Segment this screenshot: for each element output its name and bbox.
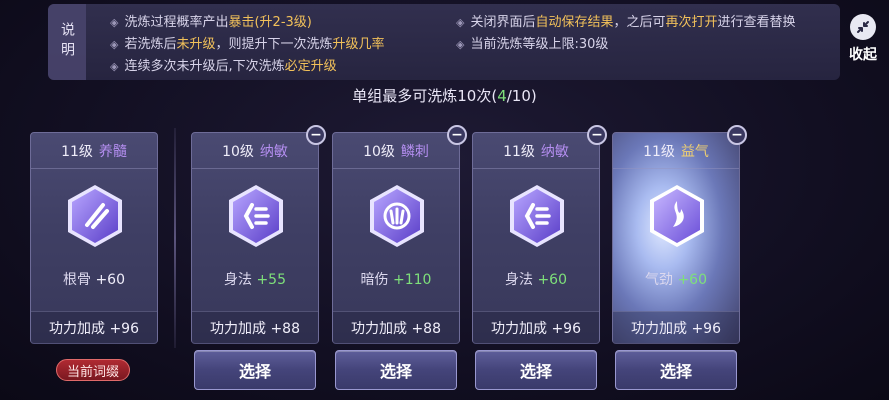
wash-count: 单组最多可洗炼10次(4/10) <box>0 85 889 106</box>
info-right-column: ◈ 关闭界面后自动保存结果，之后可再次打开进行查看替换 ◈ 当前洗炼等级上限:30级 <box>456 12 796 56</box>
slash-sigil-icon <box>65 183 125 249</box>
stat-name: 暗伤 <box>360 272 389 288</box>
stat-name: 身法 <box>505 272 533 288</box>
info-label: 说明 <box>48 4 86 80</box>
diamond-bullet-icon: ◈ <box>110 38 119 51</box>
card-attr: 鳞刺 <box>400 143 429 160</box>
stat-value: +60 <box>95 272 125 288</box>
diamond-bullet-icon: ◈ <box>110 16 119 29</box>
info-line: ◈ 若洗炼后未升级，则提升下一次洗炼升级几率 <box>110 34 385 56</box>
dash-sigil-icon <box>226 183 286 249</box>
select-button[interactable]: 选择 <box>335 350 457 390</box>
collapse-button[interactable]: 收起 <box>844 14 882 68</box>
card-level: 11级 <box>643 143 675 160</box>
diamond-bullet-icon: ◈ <box>110 60 119 73</box>
diamond-bullet-icon: ◈ <box>456 38 465 51</box>
card-title: 11级 益气 <box>613 133 739 169</box>
info-text: 关闭界面后 <box>470 15 536 30</box>
card-attr: 纳敏 <box>540 143 569 160</box>
select-button[interactable]: 选择 <box>475 350 597 390</box>
stat-value: +60 <box>677 272 707 288</box>
collapse-arrows-icon <box>850 14 876 40</box>
card-stat: 身法 +60 <box>473 269 599 289</box>
wash-count-current: 4 <box>497 87 507 105</box>
divider <box>174 128 176 348</box>
card-stat: 气劲 +60 <box>613 269 739 289</box>
info-line: ◈ 关闭界面后自动保存结果，之后可再次打开进行查看替换 <box>456 12 796 34</box>
info-line: ◈ 当前洗炼等级上限:30级 <box>456 34 796 56</box>
card-level: 10级 <box>363 143 395 160</box>
info-text: 若洗炼后 <box>124 37 177 52</box>
info-highlight: 必定升级 <box>284 59 337 74</box>
affix-card: − 10级 鳞刺 暗伤 +110 功力加成 +88 <box>332 125 467 344</box>
dash-sigil-icon <box>507 183 567 249</box>
card-bonus: 功力加成 +96 <box>31 311 157 344</box>
info-line: ◈ 连续多次未升级后,下次洗炼必定升级 <box>110 56 385 78</box>
card-bonus: 功力加成 +96 <box>613 311 739 344</box>
info-panel: 说明 ◈ 洗炼过程概率产出暴击(升2-3级) ◈ 若洗炼后未升级，则提升下一次洗炼升… <box>48 4 840 80</box>
stat-name: 气劲 <box>645 272 673 288</box>
info-text: 连续多次未升级后,下次洗炼 <box>124 59 285 74</box>
info-text: 洗炼过程概率产出 <box>124 15 229 30</box>
stat-value: +110 <box>393 272 432 288</box>
card-attr: 纳敏 <box>259 143 288 160</box>
card-attr: 养髓 <box>98 143 127 160</box>
info-text: ，之后可 <box>613 15 666 30</box>
card-bonus: 功力加成 +88 <box>333 311 459 344</box>
info-left-column: ◈ 洗炼过程概率产出暴击(升2-3级) ◈ 若洗炼后未升级，则提升下一次洗炼升级几率… <box>110 12 385 78</box>
card-title: 11级 纳敏 <box>473 133 599 169</box>
wash-count-total: /10) <box>506 87 537 105</box>
select-button[interactable]: 选择 <box>615 350 737 390</box>
info-line: ◈ 洗炼过程概率产出暴击(升2-3级) <box>110 12 385 34</box>
card-level: 11级 <box>61 143 93 160</box>
affix-card: − 10级 纳敏 身法 +55 功力加成 +88 <box>191 125 326 344</box>
claw-sigil-icon <box>367 183 427 249</box>
card-title: 10级 鳞刺 <box>333 133 459 169</box>
card-level: 11级 <box>503 143 535 160</box>
affix-card-current: 11级 养髓 根骨 +60 功力加成 +96 <box>30 132 158 344</box>
info-highlight: 升级几率 <box>332 37 385 52</box>
card-stat: 暗伤 +110 <box>333 269 459 289</box>
stat-value: +55 <box>256 272 286 288</box>
stat-name: 身法 <box>224 272 252 288</box>
stat-name: 根骨 <box>63 272 91 288</box>
affix-card: − 11级 纳敏 身法 +60 功力加成 +96 <box>472 125 607 344</box>
info-highlight: 未升级 <box>176 37 216 52</box>
info-highlight: 暴击(升2-3级) <box>228 15 312 30</box>
card-attr: 益气 <box>680 143 709 160</box>
card-title: 11级 养髓 <box>31 133 157 169</box>
card-bonus: 功力加成 +96 <box>473 311 599 344</box>
card-level: 10级 <box>222 143 254 160</box>
info-highlight: 自动保存结果 <box>535 15 614 30</box>
info-text: 当前洗炼等级上限:30级 <box>470 37 609 52</box>
info-text: ，则提升下一次洗炼 <box>215 37 333 52</box>
collapse-label: 收起 <box>849 47 877 63</box>
card-stat: 根骨 +60 <box>31 269 157 289</box>
diamond-bullet-icon: ◈ <box>456 16 465 29</box>
current-affix-badge: 当前词缀 <box>56 359 130 381</box>
stat-value: +60 <box>537 272 567 288</box>
card-stat: 身法 +55 <box>192 269 318 289</box>
wash-count-text: 单组最多可洗炼10次( <box>352 87 498 105</box>
card-bonus: 功力加成 +88 <box>192 311 318 344</box>
affix-card-glow: − 11级 益气 气劲 +60 功力加成 +96 <box>612 125 747 344</box>
flame-sigil-icon <box>647 183 707 249</box>
info-text: 进行查看替换 <box>717 15 796 30</box>
card-title: 10级 纳敏 <box>192 133 318 169</box>
info-highlight: 再次打开 <box>665 15 718 30</box>
select-button[interactable]: 选择 <box>194 350 316 390</box>
